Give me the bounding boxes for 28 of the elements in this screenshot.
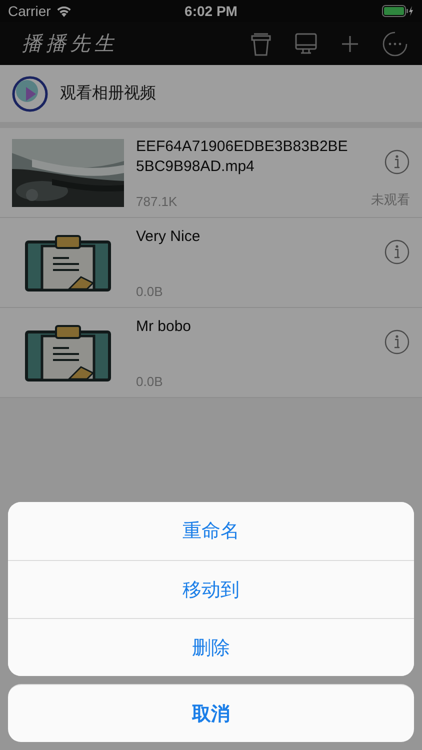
clipboard-icon — [25, 324, 111, 382]
file-size: 0.0B — [136, 284, 164, 298]
watch-status: 未观看 — [371, 190, 410, 208]
file-row[interactable]: Very Nice 0.0B — [0, 218, 422, 308]
file-size: 787.1K — [136, 194, 178, 208]
file-name: Very Nice — [136, 226, 202, 246]
action-button[interactable]: 删除 — [8, 618, 414, 676]
cup-icon[interactable] — [250, 32, 272, 56]
cancel-button[interactable]: 取消 — [8, 684, 414, 742]
play-icon[interactable] — [12, 76, 48, 112]
file-name: Mr bobo — [136, 316, 192, 336]
info-icon[interactable] — [384, 148, 410, 174]
plus-icon[interactable] — [340, 34, 360, 54]
carrier-label: Carrier — [8, 3, 51, 19]
file-row[interactable]: EEF64A71906EDBE3B83B2BE5BC9B98AD.mp4 787.1K 未观看 — [0, 128, 422, 218]
more-icon[interactable] — [382, 30, 408, 56]
app-title: 播播先生 — [22, 30, 119, 57]
file-row[interactable]: Mr bobo 0.0B — [0, 308, 422, 398]
monitor-icon[interactable] — [294, 32, 318, 56]
wifi-icon — [56, 5, 72, 17]
album-videos-label[interactable]: 观看相册视频 — [60, 83, 156, 104]
file-size: 0.0B — [136, 374, 164, 388]
battery-icon — [382, 5, 414, 17]
clipboard-icon — [25, 234, 111, 292]
file-name: EEF64A71906EDBE3B83B2BE5BC9B98AD.mp4 — [136, 136, 349, 176]
status-time: 6:02 PM — [184, 3, 238, 19]
info-icon[interactable] — [384, 238, 410, 264]
info-icon[interactable] — [384, 328, 410, 354]
